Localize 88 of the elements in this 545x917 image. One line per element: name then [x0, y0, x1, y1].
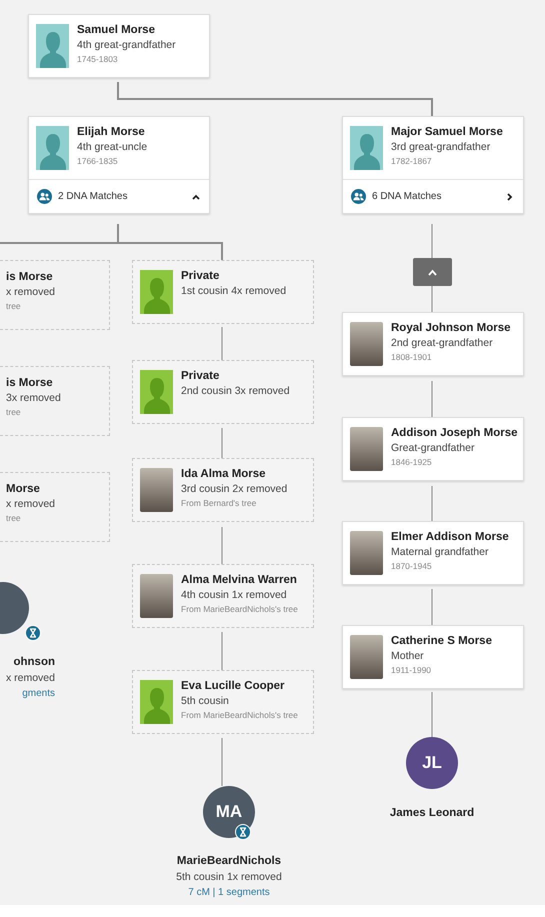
ancestor-card[interactable]: Catherine S Morse Mother 1911-1990: [342, 625, 524, 689]
relationship-label: x removed: [6, 286, 56, 298]
person-name: Ida Alma Morse: [181, 468, 267, 480]
match-details-link[interactable]: 7 cM | 1 segments: [188, 887, 270, 898]
life-dates: 1846-1925: [391, 457, 433, 467]
relative-card[interactable]: is Morse x removed tree: [0, 260, 110, 330]
person-name: Addison Joseph Morse: [391, 427, 516, 439]
match-name: MarieBeardNichols: [176, 855, 282, 867]
person-name: is Morse: [6, 271, 54, 283]
life-dates: 1870-1945: [391, 561, 433, 571]
person-silhouette-icon: [354, 132, 380, 170]
relationship-label: Maternal grandfather: [391, 546, 490, 558]
relationship-label: x removed: [6, 498, 56, 510]
relationship-label: 4th great-uncle: [77, 141, 148, 153]
people-icon: [351, 189, 366, 204]
person-name: is Morse: [6, 377, 54, 389]
person-name: Morse: [6, 483, 41, 495]
home-person-name: James Leonard: [390, 807, 474, 819]
person-name: Samuel Morse: [77, 24, 156, 36]
photo-placeholder: [350, 427, 383, 471]
person-silhouette-icon: [40, 132, 66, 170]
ancestor-card[interactable]: Addison Joseph Morse Great-grandfather 1846-1925: [342, 417, 524, 481]
dna-badge-icon: [235, 824, 251, 840]
ancestor-card[interactable]: Royal Johnson Morse 2nd great-grandfather 1808-1901: [342, 312, 524, 376]
relationship-label: 5th cousin 1x removed: [176, 871, 282, 883]
person-name: Elmer Addison Morse: [391, 531, 509, 543]
relationship-label: 3x removed: [6, 392, 62, 404]
dna-matches-toggle[interactable]: 2 DNA Matches: [29, 179, 209, 213]
chevron-up-icon: [428, 268, 437, 276]
person-name: Royal Johnson Morse: [391, 322, 510, 334]
person-silhouette-icon: [144, 276, 170, 314]
relative-card[interactable]: Ida Alma Morse 3rd cousin 2x removed From Bernard's tree: [132, 458, 314, 522]
life-dates: 1782-1867: [391, 156, 433, 166]
match-avatar[interactable]: MA: [203, 786, 255, 838]
relationship-label: 4th great-grandfather: [77, 39, 176, 51]
tree-source: From MarieBeardNichols's tree: [181, 604, 298, 614]
relative-card[interactable]: Private 1st cousin 4x removed: [132, 260, 314, 324]
photo-placeholder: [350, 322, 383, 366]
person-silhouette-icon: [40, 30, 66, 68]
tree-source: From MarieBeardNichols's tree: [181, 710, 298, 720]
person-name: Private: [181, 270, 220, 282]
person-name: Eva Lucille Cooper: [181, 680, 286, 692]
relationship-label: Great-grandfather: [391, 442, 476, 454]
match-details-link[interactable]: gments: [22, 688, 55, 699]
relationship-label: x removed: [6, 672, 55, 684]
relative-card[interactable]: Morse x removed tree: [0, 472, 110, 542]
photo-placeholder: [140, 574, 173, 618]
ancestor-card[interactable]: Major Samuel Morse 3rd great-grandfather 1782-1867 6 DNA Matches: [342, 116, 524, 214]
ancestor-card[interactable]: Elmer Addison Morse Maternal grandfather 1870-1945: [342, 521, 524, 585]
tree-source: tree: [6, 407, 22, 417]
tree-source: tree: [6, 513, 22, 523]
person-name: Catherine S Morse: [391, 635, 492, 647]
relationship-label: 3rd great-grandfather: [391, 141, 492, 153]
life-dates: 1911-1990: [391, 665, 432, 675]
relative-card[interactable]: Alma Melvina Warren 4th cousin 1x removed From MarieBeardNichols's tree: [132, 564, 314, 628]
relationship-label: 2nd cousin 3x removed: [181, 385, 290, 397]
person-name: Private: [181, 370, 220, 382]
people-icon: [37, 189, 52, 204]
life-dates: 1745-1803: [77, 54, 119, 64]
photo-placeholder: [140, 468, 173, 512]
relationship-label: 4th cousin 1x removed: [181, 589, 288, 601]
tree-source: tree: [6, 301, 22, 311]
relationship-label: 5th cousin: [181, 695, 230, 707]
chevron-right-icon: [505, 192, 515, 202]
match-name: ohnson: [13, 656, 55, 668]
relationship-label: 2nd great-grandfather: [391, 337, 494, 349]
relative-card[interactable]: Private 2nd cousin 3x removed: [132, 360, 314, 424]
relationship-label: 1st cousin 4x removed: [181, 285, 286, 297]
photo-placeholder: [350, 635, 383, 679]
tree-source: From Bernard's tree: [181, 498, 258, 508]
person-name: Alma Melvina Warren: [181, 574, 298, 586]
dna-badge-icon: [25, 625, 41, 641]
person-silhouette-icon: [144, 686, 170, 724]
photo-placeholder: [350, 531, 383, 575]
relationship-label: Mother: [391, 650, 425, 662]
collapse-button[interactable]: [413, 258, 452, 286]
dna-matches-toggle[interactable]: 6 DNA Matches: [343, 179, 523, 213]
ancestor-card[interactable]: Elijah Morse 4th great-uncle 1766-1835 2 DNA Matches: [28, 116, 210, 214]
life-dates: 1808-1901: [391, 352, 433, 362]
person-name: Elijah Morse: [77, 126, 146, 138]
person-name: Major Samuel Morse: [391, 126, 503, 138]
relative-card[interactable]: is Morse 3x removed tree: [0, 366, 110, 436]
home-person-avatar[interactable]: JL: [406, 737, 458, 789]
relationship-label: 3rd cousin 2x removed: [181, 483, 288, 495]
relative-card[interactable]: Eva Lucille Cooper 5th cousin From MarieBeardNichols's tree: [132, 670, 314, 734]
life-dates: 1766-1835: [77, 156, 119, 166]
person-silhouette-icon: [144, 376, 170, 414]
ancestor-card[interactable]: Samuel Morse 4th great-grandfather 1745-1803: [28, 14, 210, 78]
